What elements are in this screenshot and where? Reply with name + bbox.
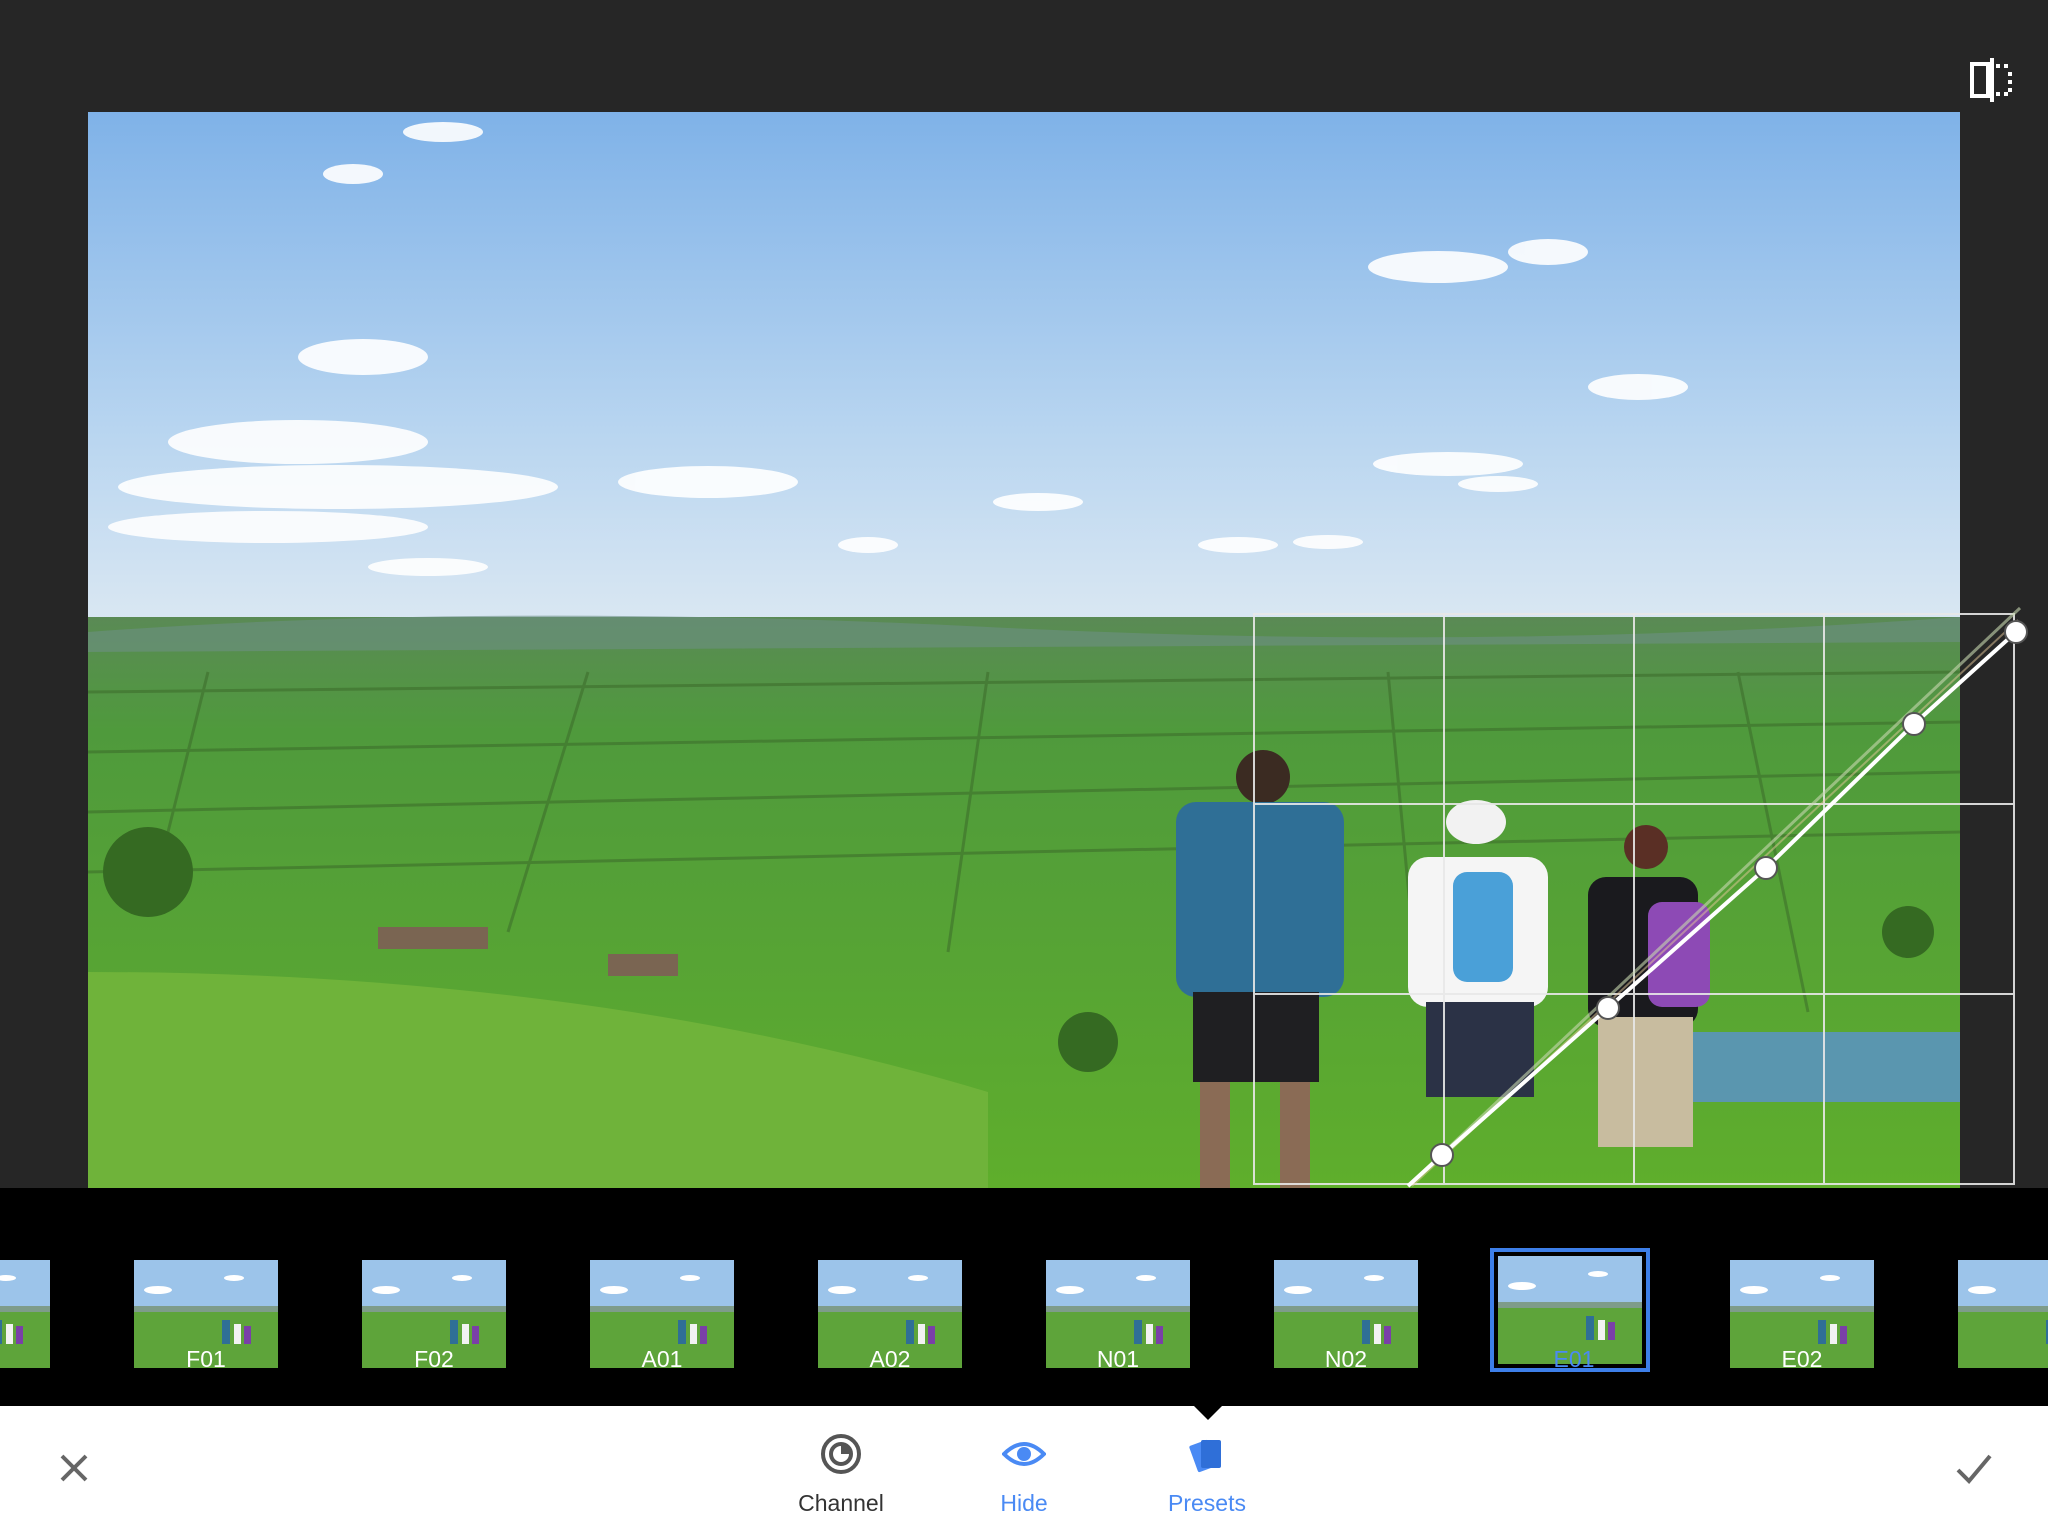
- curve-point[interactable]: [1596, 996, 1620, 1020]
- curve-point[interactable]: [1754, 856, 1778, 880]
- preset-label: U02: [0, 1346, 92, 1373]
- preset-preview-image: [1958, 1260, 2048, 1368]
- hide-tool-button[interactable]: Hide: [944, 1424, 1104, 1528]
- preset-thumbnail[interactable]: E02: [1688, 1224, 1916, 1404]
- presets-tool-button[interactable]: Presets: [1127, 1424, 1287, 1528]
- preset-thumbnail[interactable]: A01: [548, 1224, 776, 1404]
- active-tool-pointer: [1192, 1404, 1224, 1420]
- preset-thumbnail[interactable]: U02: [0, 1224, 92, 1404]
- preset-label: F02: [414, 1346, 454, 1372]
- preset-thumbnail[interactable]: A02: [776, 1224, 1004, 1404]
- preset-label: E01: [1553, 1346, 1595, 1372]
- channel-label: Channel: [798, 1490, 884, 1516]
- preset-thumbnail[interactable]: [1916, 1224, 2048, 1404]
- preset-thumbnail[interactable]: F01: [92, 1224, 320, 1404]
- presets-label: Presets: [1168, 1490, 1246, 1516]
- curve-point[interactable]: [2004, 620, 2028, 644]
- preset-thumbnail[interactable]: N01: [1004, 1224, 1232, 1404]
- photo-canvas[interactable]: [88, 112, 1960, 1188]
- bottom-toolbar: Channel Hide Presets: [0, 1404, 2048, 1536]
- preset-label: A01: [641, 1346, 683, 1372]
- presets-icon: [1189, 1439, 1221, 1473]
- preset-thumbnail[interactable]: F02: [320, 1224, 548, 1404]
- preset-label: N02: [1324, 1346, 1368, 1372]
- hide-label: Hide: [1000, 1490, 1048, 1516]
- curve-point[interactable]: [1430, 1143, 1454, 1167]
- preset-label: F01: [186, 1346, 226, 1372]
- preset-label: E02: [1781, 1346, 1823, 1372]
- curve-point[interactable]: [1902, 712, 1926, 736]
- channel-icon: [821, 1434, 861, 1474]
- compare-split-icon[interactable]: [1966, 54, 2018, 106]
- close-icon[interactable]: [50, 1444, 98, 1492]
- channel-tool-button[interactable]: Channel: [761, 1424, 921, 1528]
- eye-icon: [1002, 1442, 1046, 1466]
- checkmark-icon[interactable]: [1950, 1444, 1998, 1492]
- preset-thumbnail[interactable]: E01: [1460, 1224, 1688, 1404]
- preset-label: N01: [1096, 1346, 1140, 1372]
- preset-label: A02: [869, 1346, 911, 1372]
- preset-thumbnail[interactable]: N02: [1232, 1224, 1460, 1404]
- preset-strip[interactable]: U02 F01 F02 A01 A02 N01 N02 E01 E02: [0, 1188, 2048, 1406]
